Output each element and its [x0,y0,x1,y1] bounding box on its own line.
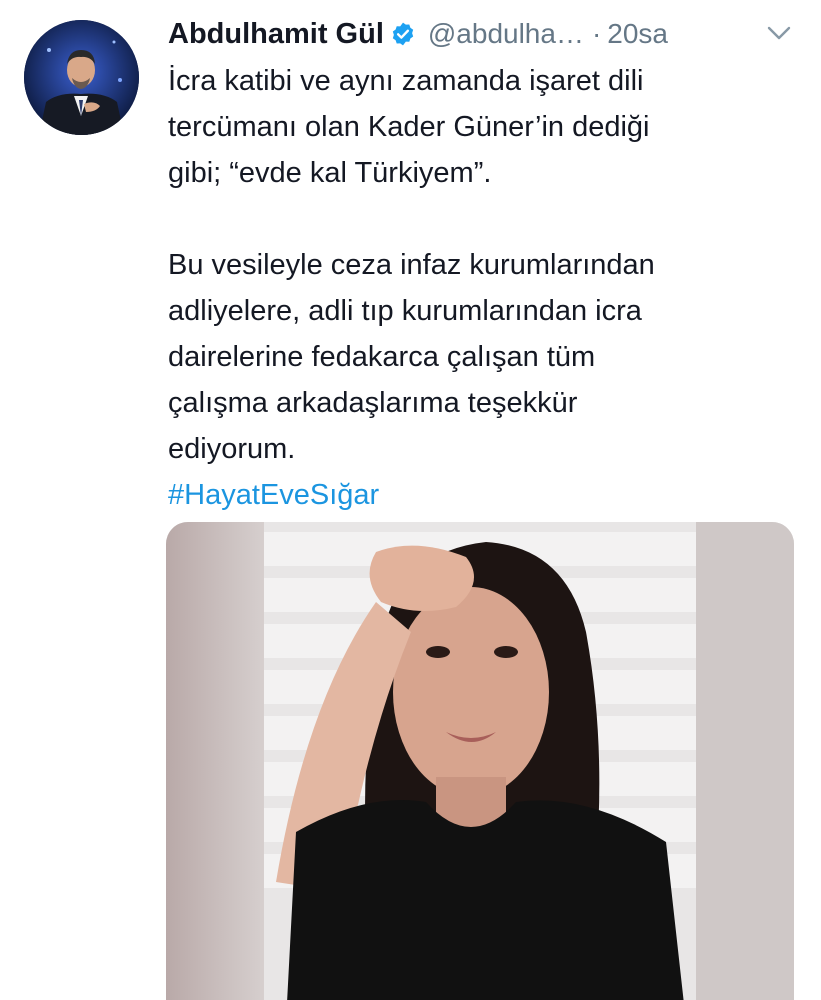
header-separator: · [591,18,602,49]
tweet[interactable]: Abdulhamit Gül @abdulha… · 20sa İcra kat… [0,0,821,1000]
tweet-header: Abdulhamit Gül @abdulha… · 20sa [168,12,771,56]
text-line: gibi; “evde kal Türkiyem”. [168,157,492,189]
tweet-text: İcra katibi ve aynı zamanda işaret dili … [168,58,788,518]
text-line: Bu vesileyle ceza infaz kurumlarından [168,249,655,281]
text-line: adliyelere, adli tıp kurumlarından icra [168,295,642,327]
chevron-down-icon[interactable] [765,22,793,44]
avatar[interactable] [24,20,139,135]
text-line: tercümanı olan Kader Güner’in dediği [168,111,650,143]
text-line: dairelerine fedakarca çalışan tüm [168,341,596,373]
tweet-timestamp[interactable]: 20sa [607,18,668,50]
hashtag-link[interactable]: #HayatEveSığar [168,479,379,511]
author-name[interactable]: Abdulhamit Gül [168,18,384,51]
text-line: İcra katibi ve aynı zamanda işaret dili [168,65,644,97]
author-handle[interactable]: @abdulha… [428,18,584,50]
verified-badge-icon [392,22,414,46]
text-line: çalışma arkadaşlarıma teşekkür [168,387,578,419]
avatar-image [24,20,139,135]
video-thumbnail[interactable] [166,522,794,1000]
video-frame-image [166,522,794,1000]
text-line: ediyorum. [168,433,296,465]
